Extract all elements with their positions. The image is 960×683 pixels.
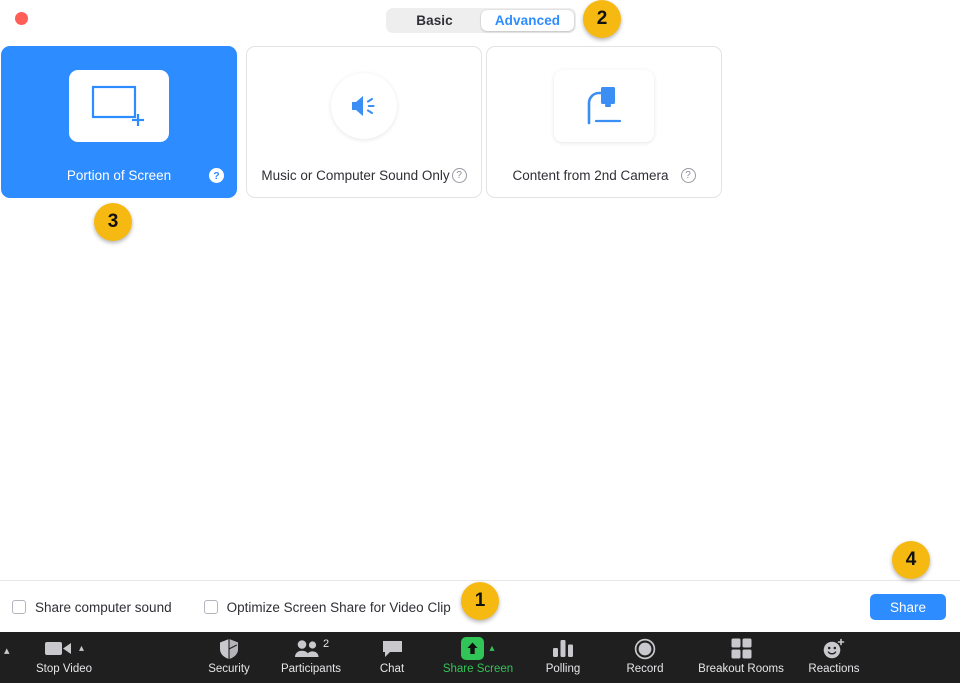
tile-label-row: Content from 2nd Camera ?	[487, 168, 721, 183]
annotation-badge-4: 4	[892, 541, 930, 579]
chevron-up-icon[interactable]: ▴	[4, 644, 10, 657]
toolbar-item-share-screen[interactable]: ▴ Share Screen	[430, 637, 526, 675]
share-option-music-or-computer-sound[interactable]: Music or Computer Sound Only ?	[246, 46, 482, 198]
toolbar-item-record[interactable]: Record	[597, 637, 693, 675]
zoom-share-screen-window: Basic Advanced Portion of Screen	[0, 0, 960, 683]
breakout-rooms-grid-glyph	[731, 638, 752, 659]
meeting-toolbar: ▴ ▴ Stop Video Security	[0, 632, 960, 683]
tile-label-row: Music or Computer Sound Only ?	[247, 168, 481, 183]
video-camera-icon: ▴	[44, 637, 84, 660]
polling-bars-icon	[552, 637, 574, 660]
toolbar-item-label: Share Screen	[443, 663, 513, 675]
toolbar-item-breakout-rooms[interactable]: Breakout Rooms	[693, 637, 789, 675]
share-option-portion-of-screen[interactable]: Portion of Screen ?	[1, 46, 237, 198]
help-icon[interactable]: ?	[209, 168, 224, 183]
reactions-smiley-icon	[822, 637, 846, 660]
breakout-rooms-grid-icon	[731, 637, 752, 660]
checkbox-label: Share computer sound	[35, 600, 172, 615]
toolbar-item-stop-video[interactable]: ▴ Stop Video	[16, 637, 112, 675]
checkbox-box[interactable]	[204, 600, 218, 614]
checkbox-share-computer-sound[interactable]: Share computer sound	[12, 600, 172, 615]
record-circle-glyph	[634, 638, 656, 660]
toolbar-item-label: Security	[208, 663, 250, 675]
chat-bubble-icon	[381, 637, 404, 660]
tab-advanced[interactable]: Advanced	[481, 10, 574, 31]
tile-icon-container	[487, 69, 721, 142]
chevron-up-icon[interactable]: ▴	[79, 643, 84, 654]
share-option-label: Content from 2nd Camera	[512, 168, 668, 183]
shield-glyph	[219, 638, 239, 660]
share-screen-icon: ▴	[461, 637, 494, 660]
tab-basic[interactable]: Basic	[388, 10, 481, 31]
share-button[interactable]: Share	[870, 594, 946, 620]
share-options-grid: Portion of Screen ?	[0, 46, 960, 198]
chat-bubble-glyph	[381, 639, 404, 659]
share-screen-dialog: Basic Advanced Portion of Screen	[0, 0, 960, 632]
toolbar-item-chat[interactable]: Chat	[344, 637, 440, 675]
mode-toggle[interactable]: Basic Advanced	[386, 8, 576, 33]
help-icon[interactable]: ?	[681, 168, 696, 183]
participants-icon: 2	[293, 637, 329, 660]
annotation-badge-3: 3	[94, 203, 132, 241]
tile-label-row: Portion of Screen	[2, 168, 236, 183]
portion-of-screen-icon	[69, 70, 169, 142]
shield-icon	[219, 637, 239, 660]
document-camera-glyph	[580, 83, 628, 129]
toolbar-item-label: Participants	[281, 663, 341, 675]
annotation-badge-1: 1	[461, 582, 499, 620]
checkbox-box[interactable]	[12, 600, 26, 614]
polling-bars-glyph	[552, 639, 574, 658]
toolbar-item-label: Polling	[546, 663, 581, 675]
tile-icon-container	[247, 69, 481, 142]
toolbar-item-label: Reactions	[808, 663, 859, 675]
share-screen-button-box	[461, 637, 484, 660]
up-arrow-glyph	[466, 641, 479, 656]
document-camera-icon	[554, 70, 654, 142]
speaker-glyph	[349, 93, 379, 119]
toolbar-item-reactions[interactable]: Reactions	[786, 637, 882, 675]
toolbar-item-label: Stop Video	[36, 663, 92, 675]
record-circle-icon	[634, 637, 656, 660]
close-icon[interactable]	[15, 12, 28, 25]
tile-icon-container	[2, 69, 236, 142]
checkbox-optimize-for-video-clip[interactable]: Optimize Screen Share for Video Clip	[204, 600, 451, 615]
toolbar-item-label: Breakout Rooms	[698, 663, 784, 675]
participant-count: 2	[323, 638, 329, 650]
speaker-icon	[331, 73, 397, 139]
help-icon[interactable]: ?	[452, 168, 467, 183]
video-camera-glyph	[44, 640, 74, 657]
portion-of-screen-glyph	[91, 84, 147, 128]
reactions-smiley-glyph	[822, 638, 846, 660]
share-option-label: Portion of Screen	[67, 168, 171, 183]
share-option-content-from-2nd-camera[interactable]: Content from 2nd Camera ?	[486, 46, 722, 198]
toolbar-item-label: Chat	[380, 663, 404, 675]
annotation-badge-2: 2	[583, 0, 621, 38]
toolbar-item-label: Record	[626, 663, 663, 675]
checkbox-label: Optimize Screen Share for Video Clip	[227, 600, 451, 615]
share-option-label: Music or Computer Sound Only	[261, 168, 449, 183]
chevron-up-icon[interactable]: ▴	[489, 643, 494, 654]
participants-glyph	[293, 639, 321, 658]
checkbox-group: Share computer sound Optimize Screen Sha…	[12, 581, 451, 632]
